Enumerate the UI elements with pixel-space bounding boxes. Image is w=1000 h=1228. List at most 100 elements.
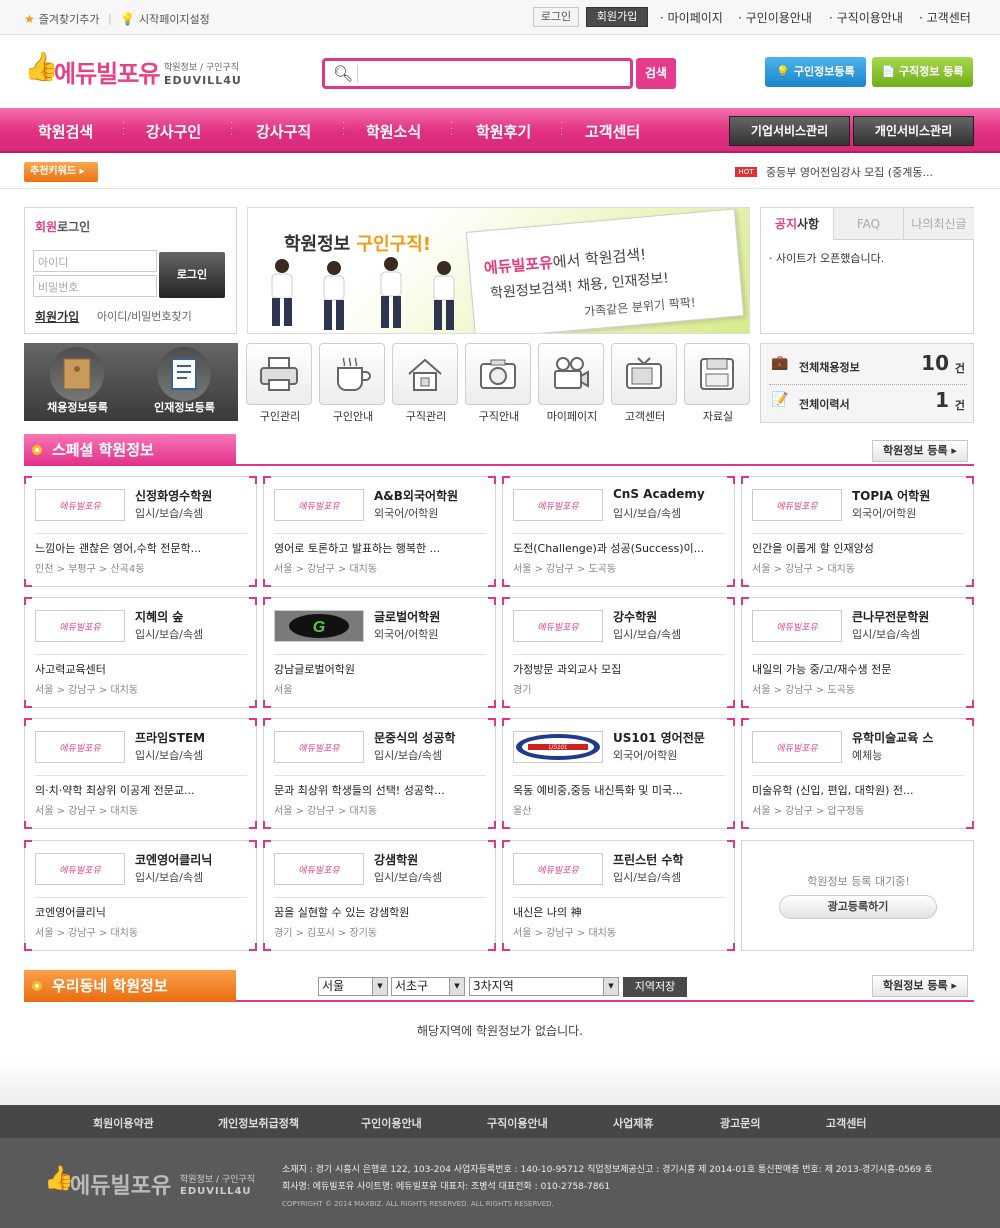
- job-post-button[interactable]: 채용정보등록: [24, 343, 131, 421]
- corner-decoration: [249, 476, 257, 484]
- academy-name[interactable]: US101 영어전문: [613, 729, 731, 746]
- academy-card[interactable]: 에듀빌포유 프린스턴 수학 입시/보습/속셈 내신은 나의 神 서울 > 강남구 > 대…: [502, 840, 735, 951]
- academy-card[interactable]: 에듀빌포유 강샘학원 입시/보습/속셈 꿈을 실현할 수 있는 강샘학원 경기 > 김포…: [263, 840, 496, 951]
- corp-service-button[interactable]: 기업서비스관리: [729, 116, 850, 146]
- startpage-link[interactable]: 💡 시작페이지설정: [120, 11, 210, 27]
- academy-card[interactable]: 에듀빌포유 유학미술교육 스 예체능 미술유학 (신입, 편입, 대학원) 전... 서…: [741, 718, 974, 829]
- footer-link-job-guide[interactable]: 구인이용안내: [361, 1115, 422, 1131]
- footer-link-privacy[interactable]: 개인정보취급정책: [218, 1115, 299, 1131]
- password-field[interactable]: 비밀번호: [33, 275, 157, 297]
- academy-card[interactable]: US101 US101 영어전문 외국어/어학원 옥동 예비중,중등 내신특화 및 미…: [502, 718, 735, 829]
- jobs-count-row[interactable]: 💼 전체채용정보 10 건: [769, 351, 967, 379]
- notice-item[interactable]: · 사이트가 오픈했습니다.: [769, 250, 884, 266]
- academy-card[interactable]: 에듀빌포유 A&B외국어학원 외국어/어학원 영어로 토론하고 발표하는 행복한 ..…: [263, 476, 496, 587]
- local-register-label: 학원정보 등록: [883, 979, 948, 992]
- nav-item-teacher-hiring[interactable]: 강사구인: [146, 121, 201, 142]
- academy-description: 꿈을 실현할 수 있는 강샘학원: [274, 906, 410, 919]
- quick-menu-coffee[interactable]: 구인안내: [319, 343, 387, 423]
- academy-card[interactable]: 에듀빌포유 TOPIA 어학원 외국어/어학원 인간을 이롭게 할 인재양성 서울 > …: [741, 476, 974, 587]
- local-register-button[interactable]: 학원정보 등록 ▸: [872, 975, 968, 997]
- academy-name[interactable]: 신정화영수학원: [135, 487, 253, 504]
- mypage-link[interactable]: · 마이페이지: [660, 9, 723, 26]
- academy-name[interactable]: 강샘학원: [374, 851, 492, 868]
- search-box: 🔍︎: [322, 58, 633, 89]
- resume-register-button[interactable]: 📄 구직정보 등록: [872, 57, 973, 87]
- nav-item-teacher-seeking[interactable]: 강사구직: [256, 121, 311, 142]
- personal-service-button[interactable]: 개인서비스관리: [853, 116, 974, 146]
- footer-link-advertising[interactable]: 광고문의: [720, 1115, 760, 1131]
- quick-menu-disk[interactable]: 자료실: [684, 343, 752, 423]
- academy-card[interactable]: 에듀빌포유 문중식의 성공학 입시/보습/속셈 문과 최상위 학생들의 선택! 성공학…: [263, 718, 496, 829]
- nav-item-academy-reviews[interactable]: 학원후기: [476, 121, 531, 142]
- academy-name[interactable]: TOPIA 어학원: [852, 487, 970, 504]
- id-field[interactable]: 아이디: [33, 250, 157, 272]
- footer-link-terms[interactable]: 회원이용약관: [93, 1115, 154, 1131]
- academy-card[interactable]: 에듀빌포유 큰나무전문학원 입시/보습/속셈 내일의 가능 중/고/재수생 전문 서울 …: [741, 597, 974, 708]
- corner-decoration: [502, 476, 510, 484]
- academy-card[interactable]: 에듀빌포유 신정화영수학원 입시/보습/속셈 느낌아는 괜찮은 영어,수학 전문학..…: [24, 476, 257, 587]
- quick-menu-house[interactable]: 구직관리: [392, 343, 460, 423]
- corner-decoration: [727, 700, 735, 708]
- academy-location: 서울 > 강남구 > 대치동: [35, 806, 139, 817]
- region-select-2[interactable]: 서초구 ▼: [391, 977, 465, 996]
- footer-link-seek-guide[interactable]: 구직이용안내: [487, 1115, 548, 1131]
- resume-post-button[interactable]: 인재정보등록: [131, 343, 238, 421]
- academy-card[interactable]: 에듀빌포유 CnS Academy 입시/보습/속셈 도전(Challenge)과 성…: [502, 476, 735, 587]
- resumes-count-row[interactable]: 📝 전체이력서 1 건: [769, 388, 967, 416]
- main-banner[interactable]: 학원정보 구인구직! 에듀빌포유에서 학원검색! 학원정보검색! 채용, 인재정…: [247, 207, 750, 334]
- find-account-link[interactable]: 아이디/비밀번호찾기: [97, 308, 192, 324]
- quick-menu-tv[interactable]: 고객센터: [611, 343, 679, 423]
- job-register-button[interactable]: 💡 구인정보등록: [765, 57, 866, 87]
- academy-card[interactable]: G 글로벌어학원 외국어/어학원 강남글로벌어학원 서울: [263, 597, 496, 708]
- save-region-button[interactable]: 지역저장: [623, 977, 687, 997]
- job-guide-link[interactable]: · 구인이용안내: [738, 9, 812, 26]
- footer-link-support[interactable]: 고객센터: [826, 1115, 866, 1131]
- ad-register-button[interactable]: 광고등록하기: [779, 895, 937, 919]
- bookmark-link[interactable]: ★ 즐겨찾기추가: [24, 11, 100, 27]
- nav-item-support[interactable]: 고객센터: [585, 121, 640, 142]
- seek-guide-link[interactable]: · 구직이용안내: [829, 9, 903, 26]
- academy-name[interactable]: A&B외국어학원: [374, 487, 492, 504]
- special-register-button[interactable]: 학원정보 등록 ▸: [872, 440, 968, 462]
- tab-notice[interactable]: 공지사항: [761, 208, 833, 240]
- hot-keyword-link[interactable]: 중등부 영어전임강사 모집 (중계동...: [766, 164, 933, 180]
- academy-name[interactable]: 유학미술교육 스: [852, 729, 970, 746]
- academy-name[interactable]: 프린스턴 수학: [613, 851, 731, 868]
- nav-item-academy-search[interactable]: 학원검색: [38, 121, 93, 142]
- quick-menu-printer[interactable]: 구인관리: [246, 343, 314, 423]
- quick-menu-video[interactable]: 마이페이지: [538, 343, 606, 423]
- academy-name[interactable]: 코엔영어클리닉: [135, 851, 253, 868]
- academy-name[interactable]: 지혜의 숲: [135, 608, 253, 625]
- academy-name[interactable]: 글로벌어학원: [374, 608, 492, 625]
- academy-name[interactable]: 강수학원: [613, 608, 731, 625]
- academy-location: 경기: [513, 685, 532, 696]
- region-select-1[interactable]: 서울 ▼: [318, 977, 388, 996]
- join-button[interactable]: 회원가입: [586, 7, 648, 27]
- academy-card[interactable]: 에듀빌포유 코엔영어클리닉 입시/보습/속셈 코엔영어클리닉 서울 > 강남구 > 대치…: [24, 840, 257, 951]
- region-select-3[interactable]: 3차지역 ▼: [469, 977, 619, 996]
- search-input[interactable]: [363, 63, 623, 85]
- footer-link-partnership[interactable]: 사업제휴: [613, 1115, 653, 1131]
- academy-name[interactable]: CnS Academy: [613, 487, 731, 501]
- recommended-keyword-button[interactable]: 추천키워드 ▸: [24, 162, 98, 182]
- tab-faq[interactable]: FAQ: [833, 208, 903, 240]
- join-link[interactable]: 회원가입: [35, 308, 79, 325]
- envelope-icon: [50, 347, 104, 401]
- login-submit-button[interactable]: 로그인: [159, 252, 225, 298]
- search-button[interactable]: 검색: [636, 58, 676, 89]
- academy-card[interactable]: 에듀빌포유 지혜의 숲 입시/보습/속셈 사고력교육센터 서울 > 강남구 > 대치동: [24, 597, 257, 708]
- academy-name[interactable]: 문중식의 성공학: [374, 729, 492, 746]
- corner-decoration: [24, 476, 32, 484]
- academy-name[interactable]: 프라임STEM: [135, 729, 253, 746]
- support-link[interactable]: · 고객센터: [919, 9, 971, 26]
- banner-title: 학원정보 구인구직!: [284, 230, 431, 256]
- academy-name[interactable]: 큰나무전문학원: [852, 608, 970, 625]
- site-logo[interactable]: 👍 에듀빌포유 학원정보 / 구인구직 EDUVILL4U: [24, 46, 244, 96]
- tab-my-posts[interactable]: 나의최신글: [903, 208, 974, 240]
- academy-card[interactable]: 에듀빌포유 강수학원 입시/보습/속셈 가정방문 과외교사 모집 경기: [502, 597, 735, 708]
- academy-card[interactable]: 에듀빌포유 프라임STEM 입시/보습/속셈 의·치·약학 최상위 이공계 전문교..…: [24, 718, 257, 829]
- nav-item-academy-news[interactable]: 학원소식: [366, 121, 421, 142]
- login-button[interactable]: 로그인: [533, 7, 579, 27]
- quick-menu-camera[interactable]: 구직안내: [465, 343, 533, 423]
- jobs-count-unit: 건: [954, 362, 965, 375]
